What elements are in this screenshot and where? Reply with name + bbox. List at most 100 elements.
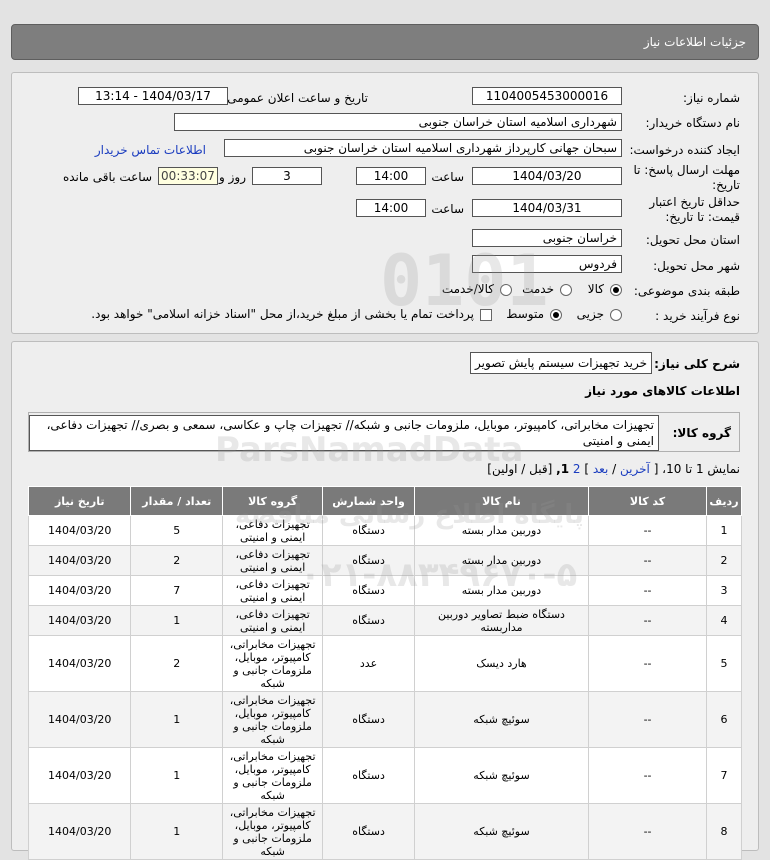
table-row[interactable]: 4 -- دستگاه ضبط تصاویر دوربین مداربسته د…	[27, 605, 743, 636]
table-header-row: ردیف کد کالا نام کالا واحد شمارش گروه کا…	[27, 486, 743, 516]
cell-need-date: 1404/03/20	[27, 691, 132, 748]
header-item-code[interactable]: کد کالا	[588, 486, 707, 516]
header-unit[interactable]: واحد شمارش	[322, 486, 415, 516]
cell-item-name: سوئیچ شبکه	[413, 691, 590, 748]
deadline-time-field[interactable]: 14:00	[356, 167, 426, 185]
cell-item-code: --	[588, 747, 707, 804]
cell-row-number: 8	[705, 803, 743, 860]
table-row[interactable]: 5 -- هارد دیسک عدد تجهیزات مخابراتی، کام…	[27, 635, 743, 692]
validity-time-field[interactable]: 14:00	[356, 199, 426, 217]
cell-quantity: 7	[130, 575, 223, 606]
need-number-label: شماره نیاز:	[683, 91, 740, 105]
province-field[interactable]: خراسان جنوبی	[472, 229, 622, 247]
goods-group-label: گروه کالا:	[672, 426, 731, 440]
cell-item-name: دوربین مدار بسته	[413, 545, 590, 576]
deadline-label: مهلت ارسال پاسخ: تا تاریخ:	[633, 163, 740, 192]
table-row[interactable]: 8 -- سوئیچ شبکه دستگاه تجهیزات مخابراتی،…	[27, 803, 743, 860]
category-option-goods-service: کالا/خدمت	[441, 282, 494, 296]
announce-field[interactable]: 1404/03/17 - 13:14	[78, 87, 228, 105]
cell-unit: دستگاه	[322, 575, 415, 606]
city-label: شهر محل تحویل:	[653, 259, 740, 273]
table-row[interactable]: 2 -- دوربین مدار بسته دستگاه تجهیزات دفا…	[27, 545, 743, 576]
cell-item-name: سوئیچ شبکه	[413, 747, 590, 804]
cell-item-group: تجهیزات دفاعی، ایمنی و امنیتی	[221, 575, 324, 606]
table-row[interactable]: 1 -- دوربین مدار بسته دستگاه تجهیزات دفا…	[27, 515, 743, 546]
deadline-time-label: ساعت	[431, 170, 464, 184]
category-radio-service[interactable]	[560, 284, 572, 296]
buyer-field[interactable]: شهرداری اسلامیه استان خراسان جنوبی	[174, 113, 622, 131]
header-need-date[interactable]: تاریخ نیاز	[27, 486, 132, 516]
creator-field[interactable]: سبحان جهانی کارپرداز شهرداری اسلامیه است…	[224, 139, 622, 157]
cell-row-number: 2	[705, 545, 743, 576]
cell-item-code: --	[588, 691, 707, 748]
cell-unit: دستگاه	[322, 747, 415, 804]
category-label: طبقه بندی موضوعی:	[633, 284, 740, 298]
cell-row-number: 7	[705, 747, 743, 804]
validity-time-label: ساعت	[431, 202, 464, 216]
header-item-name[interactable]: نام کالا	[413, 486, 590, 516]
city-field[interactable]: فردوس	[472, 255, 622, 273]
process-radio-minor[interactable]	[610, 309, 622, 321]
buyer-label: نام دستگاه خریدار:	[645, 116, 741, 130]
header-item-group[interactable]: گروه کالا	[221, 486, 324, 516]
treasury-payment-checkbox[interactable]	[480, 309, 492, 321]
cell-quantity: 2	[130, 545, 223, 576]
creator-label: ایجاد کننده درخواست:	[629, 143, 740, 157]
cell-item-group: تجهیزات مخابراتی، کامپیوتر، موبایل، ملزو…	[221, 691, 324, 748]
cell-item-group: تجهیزات دفاعی، ایمنی و امنیتی	[221, 515, 324, 546]
process-option-minor: جزیی	[576, 307, 604, 321]
cell-item-group: تجهیزات مخابراتی، کامپیوتر، موبایل، ملزو…	[221, 747, 324, 804]
need-number-field[interactable]: 1104005453000016	[472, 87, 622, 105]
remaining-time-field: 00:33:07	[158, 167, 218, 185]
cell-need-date: 1404/03/20	[27, 605, 132, 636]
cell-item-code: --	[588, 575, 707, 606]
cell-item-code: --	[588, 515, 707, 546]
cell-unit: دستگاه	[322, 605, 415, 636]
pagination-page-2[interactable]: 2	[573, 462, 581, 476]
days-field[interactable]: 3	[252, 167, 322, 185]
process-label: نوع فرآیند خرید :	[655, 309, 740, 323]
deadline-date-field[interactable]: 1404/03/20	[472, 167, 622, 185]
goods-section-title: اطلاعات کالاهای مورد نیاز	[585, 384, 740, 398]
category-radio-goods-service[interactable]	[500, 284, 512, 296]
contact-buyer-link[interactable]: اطلاعات تماس خریدار	[95, 143, 206, 157]
pagination-last-link[interactable]: آخرین	[620, 462, 650, 476]
goods-group-field[interactable]: تجهیزات مخابراتی، کامپیوتر، موبایل، ملزو…	[29, 415, 659, 451]
table-row[interactable]: 7 -- سوئیچ شبکه دستگاه تجهیزات مخابراتی،…	[27, 747, 743, 804]
days-label: روز و	[219, 170, 246, 184]
cell-row-number: 5	[705, 635, 743, 692]
cell-unit: دستگاه	[322, 691, 415, 748]
cell-unit: دستگاه	[322, 545, 415, 576]
process-option-medium: متوسط	[506, 307, 544, 321]
cell-item-name: دوربین مدار بسته	[413, 515, 590, 546]
validity-date-field[interactable]: 1404/03/31	[472, 199, 622, 217]
page-header: جزئیات اطلاعات نیاز	[11, 24, 759, 60]
process-radio-medium[interactable]	[550, 309, 562, 321]
validity-label: حداقل تاریخ اعتبار قیمت: تا تاریخ:	[649, 195, 740, 224]
category-option-goods: کالا	[587, 282, 604, 296]
cell-need-date: 1404/03/20	[27, 515, 132, 546]
header-row-number[interactable]: ردیف	[705, 486, 743, 516]
pagination-page-1: 1,	[556, 462, 570, 476]
summary-field[interactable]: خرید تجهیزات سیستم پایش تصویر	[470, 352, 652, 374]
table-row[interactable]: 3 -- دوربین مدار بسته دستگاه تجهیزات دفا…	[27, 575, 743, 606]
pagination-summary: نمایش 1 تا 10، [	[653, 462, 740, 476]
cell-quantity: 1	[130, 747, 223, 804]
cell-need-date: 1404/03/20	[27, 545, 132, 576]
goods-group-box: گروه کالا: تجهیزات مخابراتی، کامپیوتر، م…	[28, 412, 740, 452]
cell-quantity: 1	[130, 691, 223, 748]
cell-item-code: --	[588, 635, 707, 692]
cell-item-name: دستگاه ضبط تصاویر دوربین مداربسته	[413, 605, 590, 636]
cell-need-date: 1404/03/20	[27, 575, 132, 606]
goods-table: ردیف کد کالا نام کالا واحد شمارش گروه کا…	[27, 486, 743, 860]
header-quantity[interactable]: تعداد / مقدار	[130, 486, 223, 516]
cell-unit: دستگاه	[322, 803, 415, 860]
cell-need-date: 1404/03/20	[27, 803, 132, 860]
table-row[interactable]: 6 -- سوئیچ شبکه دستگاه تجهیزات مخابراتی،…	[27, 691, 743, 748]
cell-item-name: سوئیچ شبکه	[413, 803, 590, 860]
category-radio-goods[interactable]	[610, 284, 622, 296]
need-info-panel: شماره نیاز: 1104005453000016 تاریخ و ساع…	[11, 72, 759, 334]
pagination-next-link[interactable]: بعد	[593, 462, 608, 476]
pagination-prev-first: [قبل / اولین]	[487, 462, 553, 476]
category-option-service: خدمت	[522, 282, 554, 296]
